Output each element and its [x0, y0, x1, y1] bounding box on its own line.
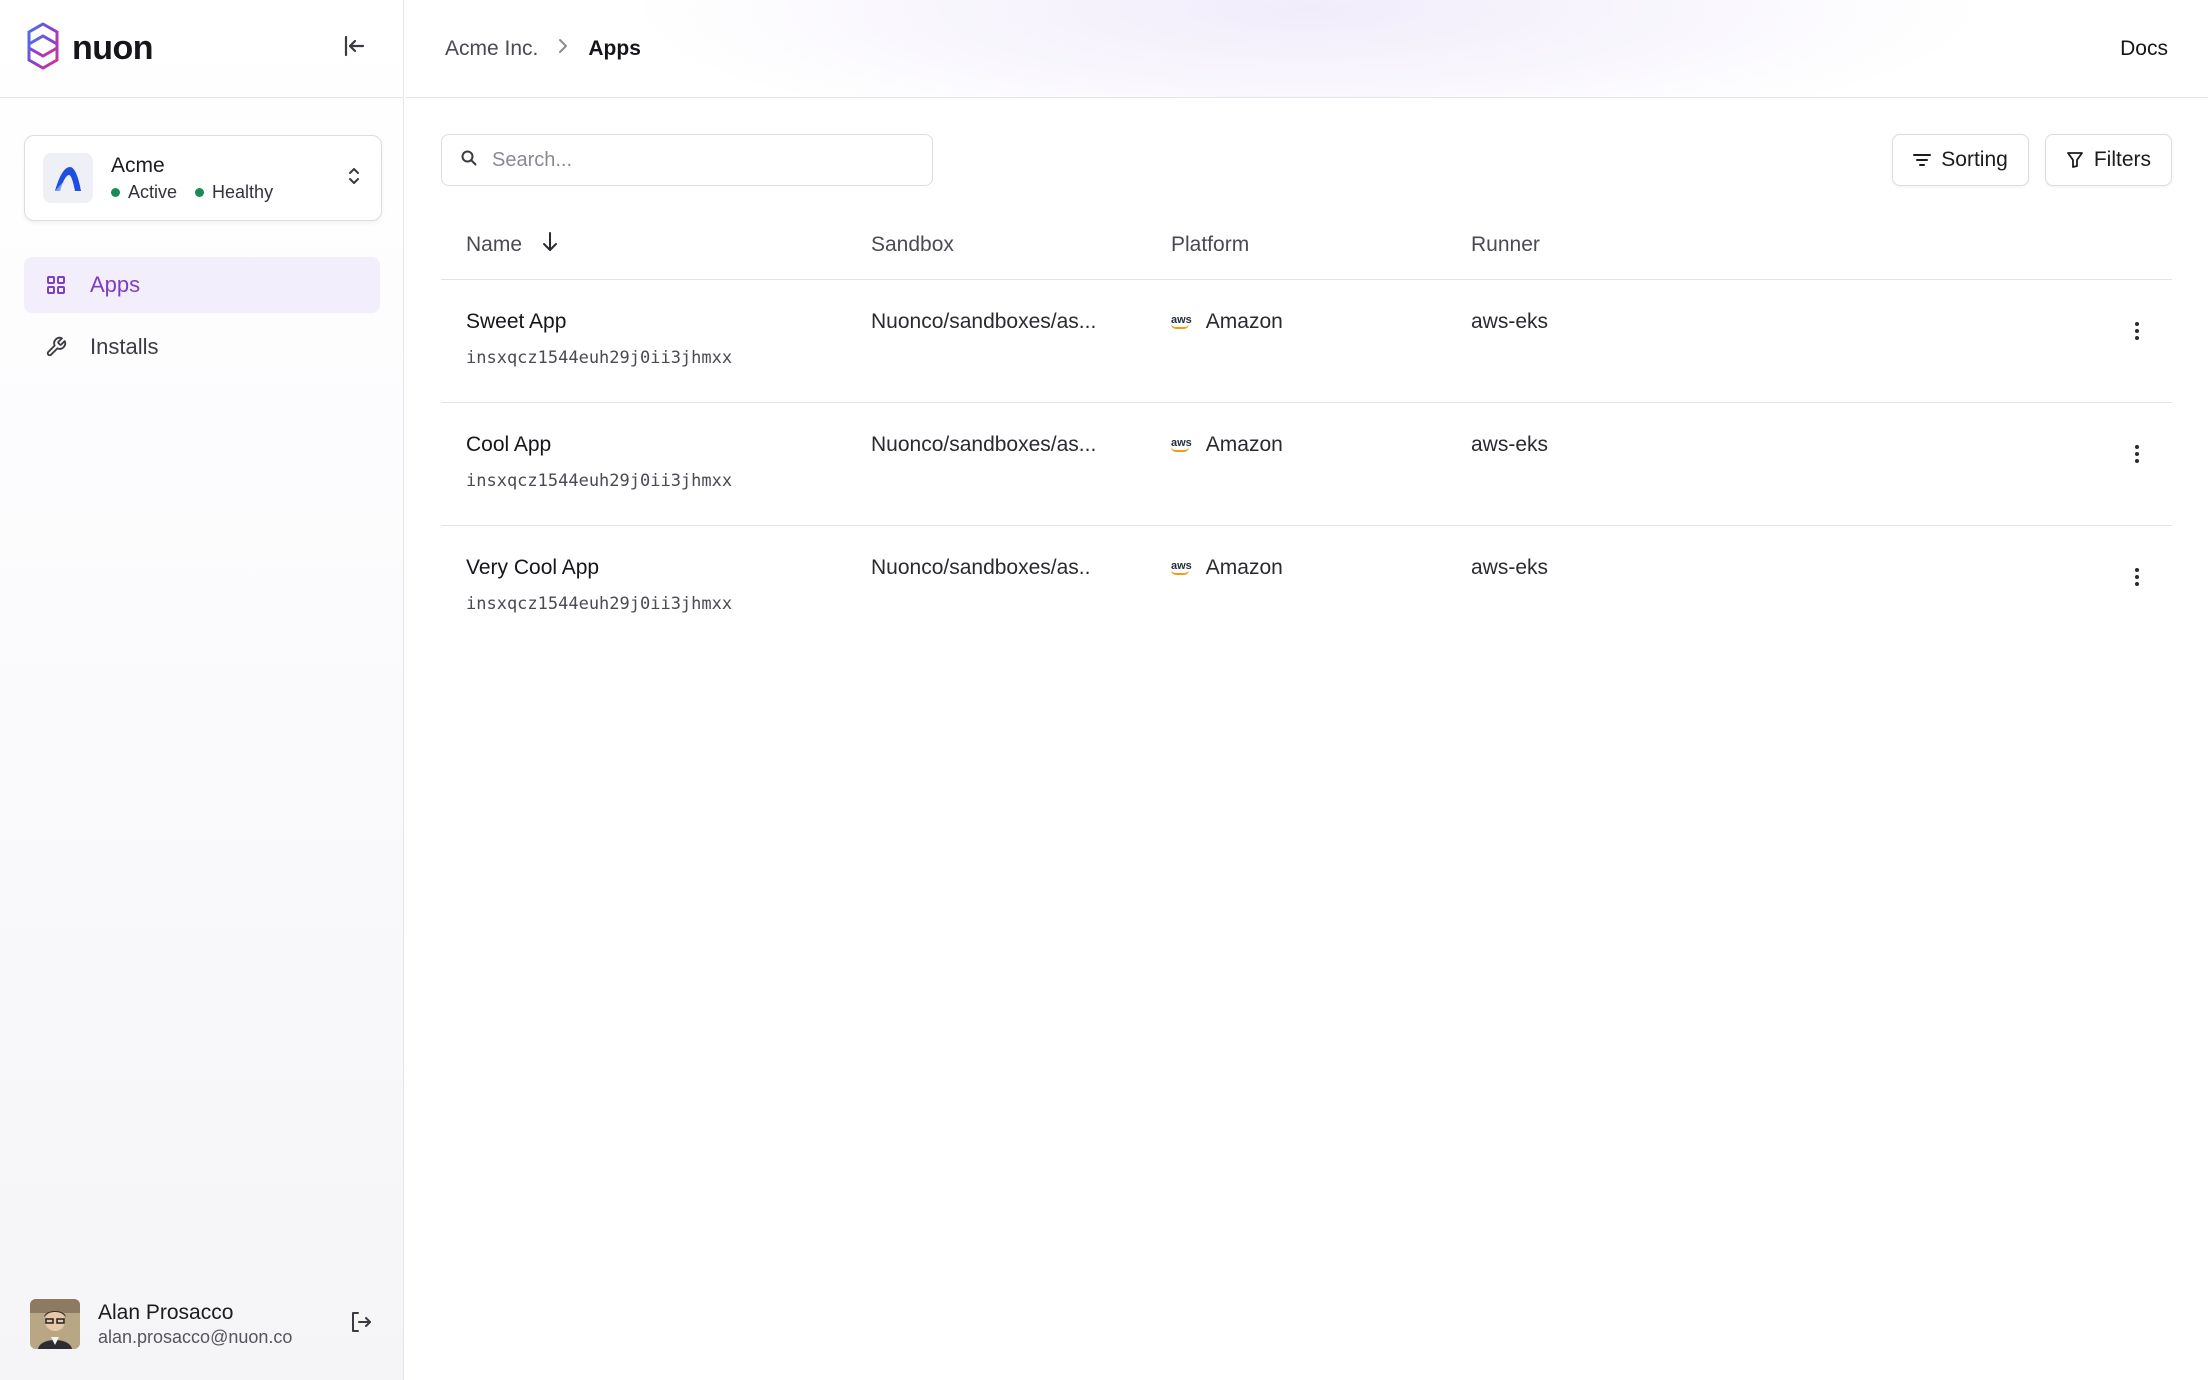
cell-name: Cool App insxqcz1544euh29j0ii3jhmxx [441, 433, 871, 491]
toolbar: Sorting Filters [441, 134, 2172, 186]
cell-runner: aws-eks [1471, 310, 1549, 333]
column-header-name-label: Name [466, 232, 523, 256]
org-logo-icon [55, 167, 81, 191]
app-id: insxqcz1544euh29j0ii3jhmxx [466, 594, 733, 614]
arrow-down-icon [540, 231, 560, 259]
sidebar: nuon Acme Active Healthy Apps Installs A… [0, 0, 404, 1380]
status-dot-healthy [195, 187, 205, 197]
user-email: alan.prosacco@nuon.co [98, 1326, 293, 1347]
cell-runner: aws-eks [1471, 556, 1549, 579]
app-name[interactable]: Very Cool App [466, 556, 871, 580]
wrench-icon [44, 335, 68, 359]
nuon-logo-icon [24, 21, 62, 76]
chevron-up-down-icon [345, 163, 363, 194]
row-actions-button[interactable] [2102, 310, 2172, 347]
docs-link[interactable]: Docs [2120, 37, 2168, 61]
kebab-menu-icon [2134, 443, 2140, 470]
grid-icon [44, 273, 68, 297]
breadcrumb: Acme Inc. Apps [445, 35, 641, 63]
sort-lines-icon [1913, 152, 1932, 168]
sidebar-nav: Apps Installs [24, 257, 380, 381]
sorting-label: Sorting [1941, 148, 2008, 171]
status-healthy-label: Healthy [212, 181, 274, 202]
org-info: Acme Active Healthy [111, 154, 345, 203]
main-content: Sorting Filters Name [441, 134, 2172, 649]
funnel-icon [2066, 151, 2084, 169]
user-name: Alan Prosacco [98, 1300, 234, 1324]
app-name[interactable]: Sweet App [466, 310, 871, 334]
breadcrumb-parent[interactable]: Acme Inc. [445, 37, 538, 61]
platform-name: Amazon [1205, 310, 1283, 333]
cell-name: Very Cool App insxqcz1544euh29j0ii3jhmxx [441, 556, 871, 614]
status-dot-active [111, 187, 120, 197]
top-bar: Acme Inc. Apps Docs [405, 0, 2208, 98]
app-id: insxqcz1544euh29j0ii3jhmxx [466, 471, 733, 491]
aws-logo-icon: aws [1171, 561, 1192, 575]
user-info: Alan Prosacco alan.prosacco@nuon.co [98, 1301, 348, 1348]
collapse-left-icon [341, 33, 367, 64]
column-header-name[interactable]: Name [441, 231, 871, 259]
breadcrumb-current: Apps [588, 36, 641, 60]
cell-sandbox: Nuonco/sandboxes/as... [871, 433, 1097, 456]
table-row[interactable]: Sweet App insxqcz1544euh29j0ii3jhmxx Nuo… [441, 280, 2172, 403]
cell-sandbox: Nuonco/sandboxes/as... [871, 310, 1097, 333]
column-header-runner[interactable]: Runner [1471, 233, 2102, 257]
cell-platform: aws Amazon [1171, 556, 1471, 580]
aws-logo-icon: aws [1171, 315, 1192, 329]
collapse-sidebar-button[interactable] [341, 33, 367, 64]
sidebar-header: nuon [0, 0, 403, 98]
row-actions-button[interactable] [2102, 433, 2172, 470]
logout-button[interactable] [348, 1309, 374, 1340]
row-actions-button[interactable] [2102, 556, 2172, 593]
filters-label: Filters [2093, 148, 2151, 171]
cell-platform: aws Amazon [1171, 310, 1471, 334]
table-header: Name Sandbox Platform Runner [441, 210, 2172, 280]
sidebar-item-installs[interactable]: Installs [24, 319, 380, 375]
apps-table: Name Sandbox Platform Runner Sweet App i… [441, 210, 2172, 649]
status-active-label: Active [128, 181, 178, 202]
app-id: insxqcz1544euh29j0ii3jhmxx [466, 348, 733, 368]
aws-logo-icon: aws [1171, 438, 1192, 452]
platform-name: Amazon [1205, 433, 1283, 456]
table-row[interactable]: Very Cool App insxqcz1544euh29j0ii3jhmxx… [441, 526, 2172, 649]
user-profile: Alan Prosacco alan.prosacco@nuon.co [30, 1298, 374, 1350]
logo[interactable]: nuon [24, 21, 154, 76]
search-icon [460, 149, 478, 172]
kebab-menu-icon [2134, 320, 2140, 347]
kebab-menu-icon [2134, 566, 2140, 593]
sorting-button[interactable]: Sorting [1892, 134, 2029, 186]
cell-runner: aws-eks [1471, 433, 1549, 456]
app-name[interactable]: Cool App [466, 433, 871, 457]
search-box [441, 134, 933, 186]
column-header-platform[interactable]: Platform [1171, 233, 1471, 257]
cell-sandbox: Nuonco/sandboxes/as.. [871, 556, 1091, 579]
search-input[interactable] [492, 148, 914, 172]
logo-text: nuon [72, 29, 154, 67]
column-header-sandbox[interactable]: Sandbox [871, 233, 1171, 257]
toolbar-actions: Sorting Filters [1892, 134, 2172, 186]
cell-platform: aws Amazon [1171, 433, 1471, 457]
org-name: Acme [111, 153, 165, 177]
avatar[interactable] [30, 1299, 80, 1349]
org-avatar [43, 153, 93, 203]
filters-button[interactable]: Filters [2044, 134, 2172, 186]
sidebar-item-apps[interactable]: Apps [24, 257, 380, 313]
cell-name: Sweet App insxqcz1544euh29j0ii3jhmxx [441, 310, 871, 368]
logout-icon [348, 1309, 374, 1340]
org-switcher[interactable]: Acme Active Healthy [24, 135, 382, 221]
table-row[interactable]: Cool App insxqcz1544euh29j0ii3jhmxx Nuon… [441, 403, 2172, 526]
sidebar-item-label: Installs [90, 334, 159, 359]
org-status: Active Healthy [111, 182, 345, 203]
platform-name: Amazon [1205, 556, 1283, 579]
sidebar-item-label: Apps [90, 272, 141, 297]
chevron-right-icon [556, 35, 570, 63]
